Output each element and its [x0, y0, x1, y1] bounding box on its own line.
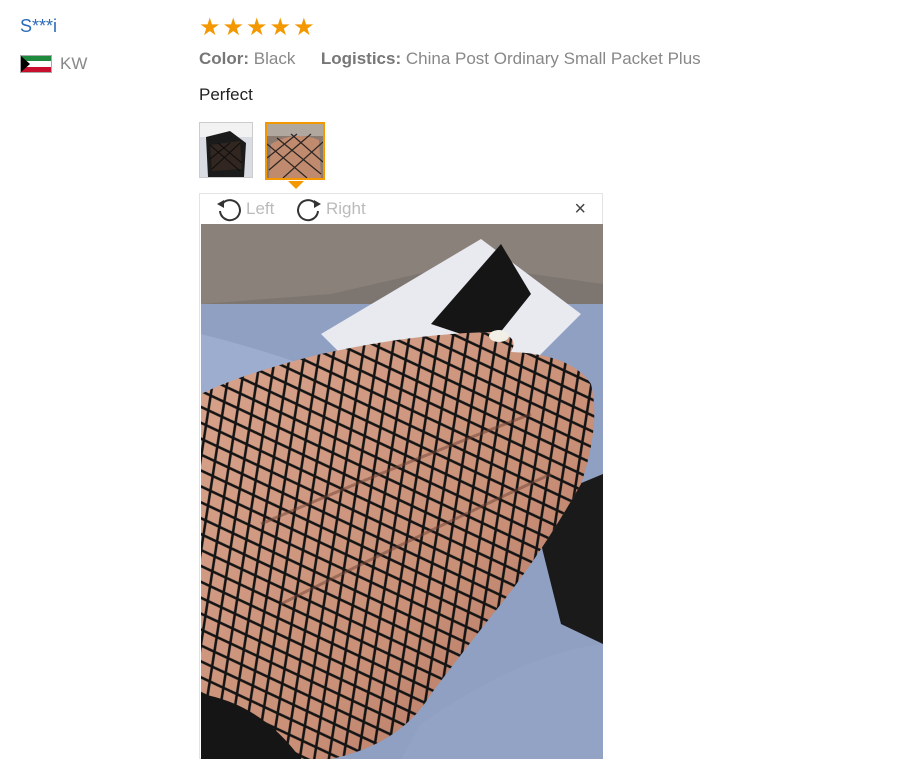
logistics-attribute-value: China Post Ordinary Small Packet Plus	[405, 49, 701, 68]
selected-thumbnail-indicator	[288, 181, 304, 189]
rotate-left-icon	[217, 199, 241, 222]
rotate-right-icon	[297, 199, 321, 222]
kuwait-flag-icon	[20, 55, 52, 73]
star-icon: ★	[199, 14, 221, 41]
star-icon: ★	[246, 14, 268, 41]
reviewer-country: KW	[20, 54, 87, 74]
close-viewer-button[interactable]: ×	[574, 199, 586, 219]
review-text: Perfect	[199, 85, 253, 104]
logistics-attribute-key: Logistics:	[320, 49, 402, 68]
review-attributes: Color: Black Logistics: China Post Ordin…	[199, 49, 701, 69]
star-icon: ★	[222, 14, 245, 41]
image-viewer: Left Right ×	[199, 193, 603, 759]
star-rating: ★ ★ ★ ★ ★	[199, 16, 315, 40]
close-icon: ×	[574, 198, 586, 220]
rotate-right-label: Right	[326, 199, 366, 218]
reviewer-name: S***i	[20, 16, 58, 36]
viewer-toolbar: Left Right ×	[200, 194, 602, 224]
rotate-right-button[interactable]: Right	[294, 196, 366, 222]
rotate-left-label: Left	[246, 199, 275, 218]
color-attribute-value: Black	[253, 49, 296, 68]
rotate-left-button[interactable]: Left	[214, 196, 274, 222]
review-thumbnail-2[interactable]	[265, 122, 325, 180]
star-icon: ★	[293, 14, 315, 41]
color-attribute-key: Color:	[199, 49, 250, 68]
review-thumbnail-1[interactable]	[199, 122, 253, 178]
country-code: KW	[60, 54, 88, 73]
review-photo	[201, 224, 603, 759]
star-icon: ★	[269, 14, 292, 41]
